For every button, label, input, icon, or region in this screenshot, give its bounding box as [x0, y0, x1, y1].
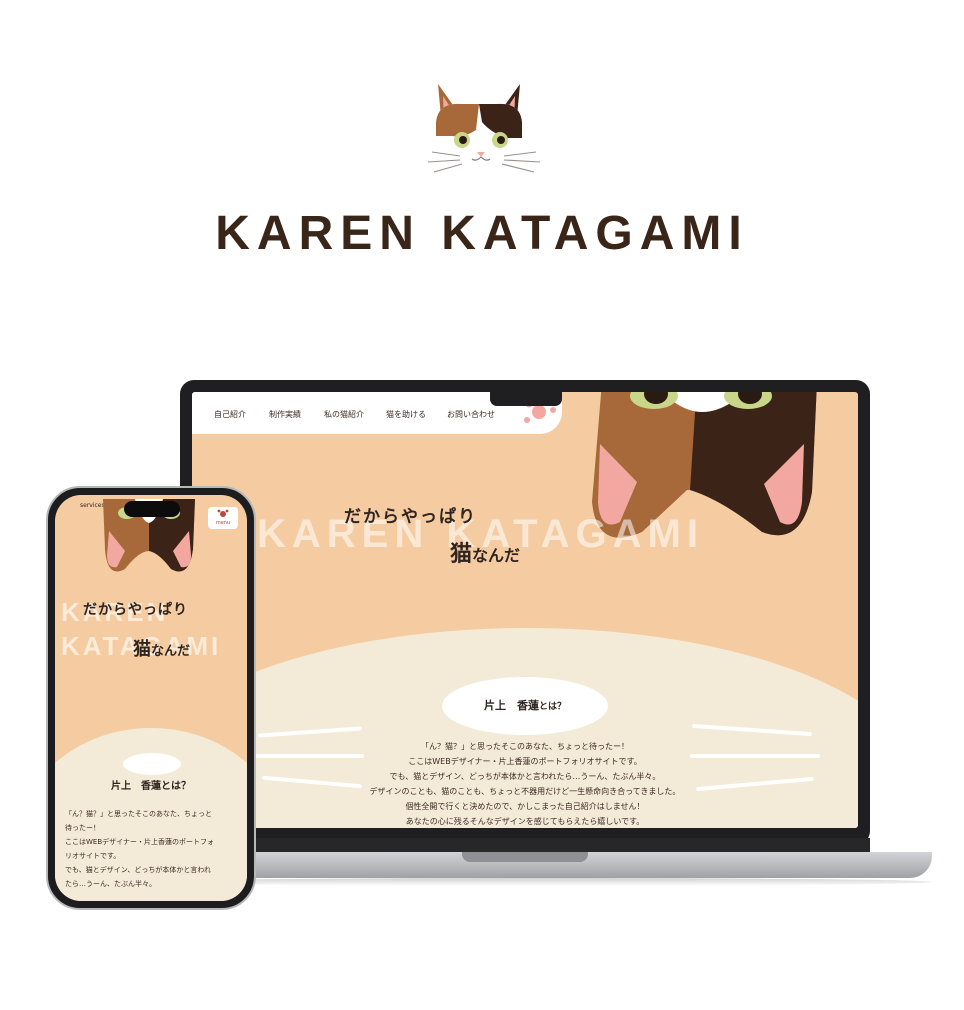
hero-heading-line1: だからやっぱり: [83, 602, 188, 618]
hero-heading-rest: なんだ: [151, 644, 191, 659]
cat-logo-icon: [427, 84, 541, 174]
hero-heading-rest: なんだ: [472, 546, 521, 565]
intro-text: 「ん？猫？」と思ったそこのあなた、ちょっと待ったー！ ここはWEBデザイナー・片…: [302, 739, 748, 828]
hero-heading-line1: だからやっぱり: [344, 507, 477, 527]
about-heading: 片上 香蓮とは？: [111, 781, 191, 792]
laptop-screen: 自己紹介 制作実績 私の猫紹介 猫を助ける お問い合わせ KAREN KATAG…: [192, 392, 858, 828]
nav-item-contact[interactable]: お問い合わせ: [447, 409, 495, 420]
intro-line: デザインのことも、猫のことも、ちょっと不器用だけど一生懸命向き合ってきました。: [369, 787, 681, 796]
nav-item-help-cats[interactable]: 猫を助ける: [386, 409, 426, 420]
intro-line: 「ん？猫？」と思ったそこのあなた、ちょっと: [65, 810, 212, 818]
hero-heading-cat: 猫: [133, 639, 151, 660]
phone-dynamic-island: [124, 501, 180, 517]
hero-heading-cat: 猫: [450, 542, 473, 567]
laptop-groove: [462, 852, 588, 862]
brand-title: KAREN KATAGAMI: [215, 207, 749, 260]
paw-icon: [217, 509, 229, 517]
intro-line: でも、猫とデザイン、どっちが本体かと言われたら…うーん、たぶん半々。: [389, 772, 661, 781]
hero-heading-line2: 猫なんだ: [450, 536, 520, 568]
intro-line: 待ったー！: [65, 824, 100, 832]
laptop-camera-notch: [490, 390, 562, 406]
about-suffix: とは？: [538, 702, 566, 712]
laptop-shadow: [158, 878, 932, 886]
nav-item-my-cats[interactable]: 私の猫紹介: [324, 409, 364, 420]
intro-line: でも、猫とデザイン、どっちが本体かと言われ: [65, 866, 212, 874]
intro-line: たら…うーん、たぶん半々。: [65, 880, 156, 888]
intro-text: 「ん？猫？」と思ったそこのあなた、ちょっと 待ったー！ ここはWEBデザイナー・…: [65, 807, 241, 891]
nav-item-about[interactable]: 自己紹介: [214, 409, 246, 420]
menu-label[interactable]: menu: [208, 520, 238, 526]
intro-line: あなたの心に残るそんなデザインを感じてもらえたら嬉しいです。: [405, 817, 645, 826]
hero-heading-line2: 猫なんだ: [133, 635, 190, 661]
intro-line: 「ん？猫？」と思ったそこのあなた、ちょっと待ったー！: [421, 742, 629, 751]
about-bubble: [123, 753, 181, 775]
nav-item-works[interactable]: 制作実績: [269, 409, 301, 420]
intro-line: 個性全開で行くと決めたので、かしこまった自己紹介はしません！: [405, 802, 645, 811]
intro-line: ここはWEBデザイナー・片上香蓮のポートフォ: [65, 838, 215, 846]
intro-line: ここはWEBデザイナー・片上香蓮のポートフォリオサイトです。: [408, 757, 642, 766]
about-heading: 片上 香蓮とは？: [442, 697, 608, 713]
phone-screen: services menu KAREN KATAGAMI だからやっぱり 猫なん…: [55, 495, 247, 901]
about-name: 片上 香蓮: [483, 699, 539, 712]
laptop-chin: [180, 838, 870, 852]
intro-line: リオサイトです。: [65, 852, 121, 860]
